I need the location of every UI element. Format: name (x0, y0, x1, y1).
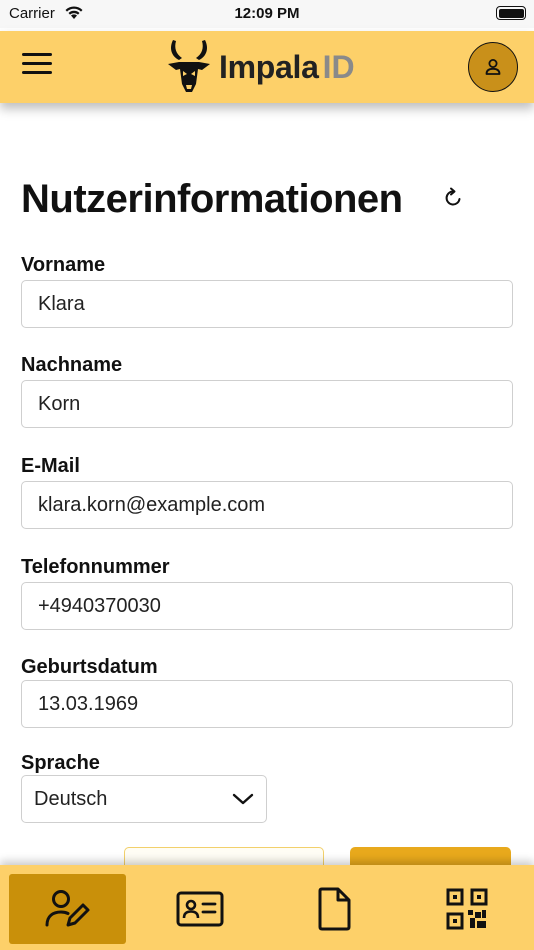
tab-bar (0, 865, 534, 950)
impala-logo-icon (168, 40, 210, 92)
profile-button[interactable] (468, 42, 518, 92)
tab-user-info[interactable] (9, 874, 126, 944)
save-button[interactable] (350, 847, 511, 865)
last-name-input[interactable]: Korn (21, 380, 513, 428)
battery-icon (496, 6, 526, 20)
language-label: Sprache (21, 752, 100, 774)
first-name-input[interactable]: Klara (21, 280, 513, 328)
id-card-icon (176, 891, 223, 927)
birthdate-label: Geburtsdatum (21, 656, 158, 678)
tab-qr-code[interactable] (408, 874, 525, 944)
user-icon (485, 59, 501, 75)
status-bar: Carrier 12:09 PM (0, 0, 534, 28)
refresh-icon[interactable] (441, 186, 465, 210)
menu-icon (22, 53, 52, 56)
language-select-value: Deutsch (34, 787, 108, 810)
page-title: Nutzerinformationen (21, 177, 403, 221)
document-icon (318, 887, 350, 931)
logo-text: Impala (219, 48, 319, 85)
menu-button[interactable] (22, 53, 54, 81)
app-logo: Impala ID (165, 37, 355, 97)
chevron-down-icon (232, 793, 254, 805)
secondary-button[interactable] (124, 847, 324, 865)
email-label: E-Mail (21, 455, 80, 477)
language-select[interactable]: Deutsch (21, 775, 267, 823)
app-header: Impala ID (0, 31, 534, 103)
email-input[interactable]: klara.korn@example.com (21, 481, 513, 529)
main-content: Nutzerinformationen Vorname Klara Nachna… (0, 103, 534, 865)
tab-documents[interactable] (275, 874, 392, 944)
phone-input[interactable]: +4940370030 (21, 582, 513, 630)
phone-label: Telefonnummer (21, 556, 170, 578)
last-name-label: Nachname (21, 354, 123, 376)
logo-suffix: ID (322, 48, 355, 85)
qr-code-icon (446, 888, 487, 930)
birthdate-input[interactable]: 13.03.1969 (21, 680, 513, 728)
tab-id-card[interactable] (141, 874, 258, 944)
first-name-label: Vorname (21, 254, 106, 276)
status-time: 12:09 PM (234, 5, 300, 22)
user-edit-icon (45, 890, 89, 927)
